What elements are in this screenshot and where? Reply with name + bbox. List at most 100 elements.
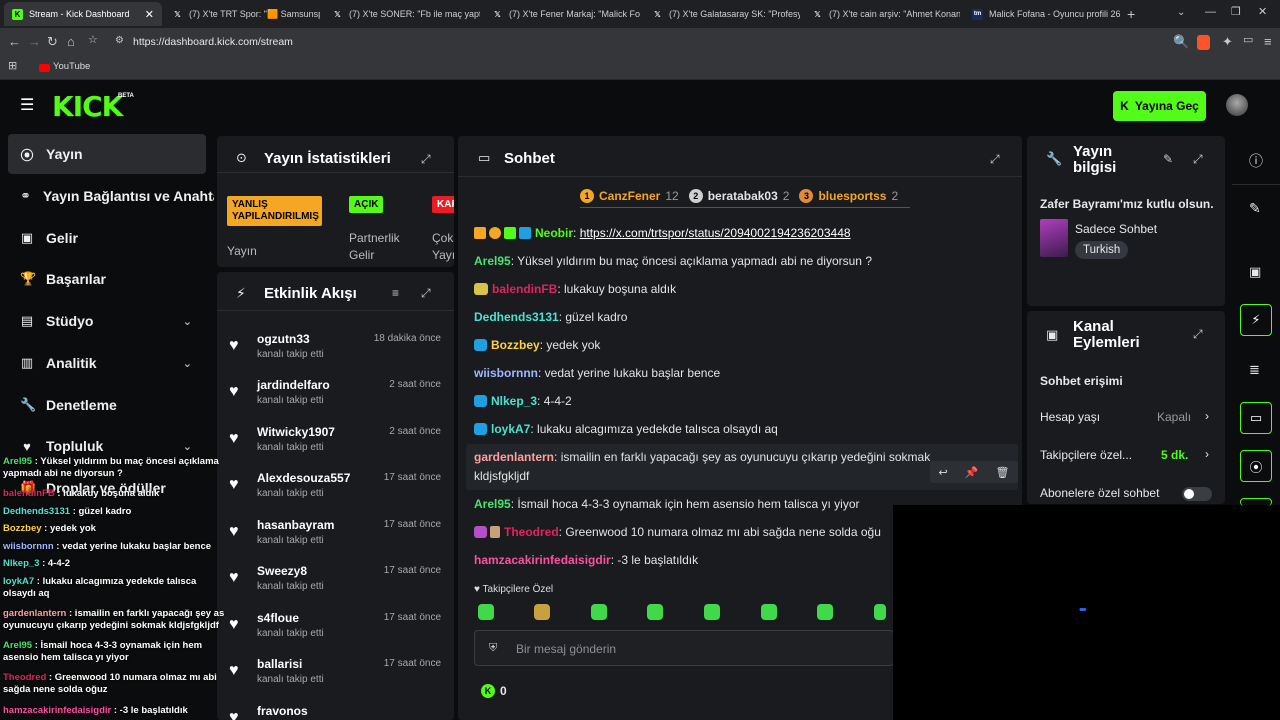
- minimize-icon[interactable]: —: [1205, 7, 1216, 18]
- chat-username[interactable]: Nlkep_3: [491, 394, 537, 408]
- quick-action-chat[interactable]: ▭: [1240, 402, 1272, 434]
- reload-icon[interactable]: ↻: [47, 35, 58, 48]
- emote-button[interactable]: [478, 604, 494, 620]
- expand-icon[interactable]: ⤢: [1193, 327, 1203, 342]
- chat-message[interactable]: Arel95: İsmail hoca 4-3-3 oynamak için h…: [474, 497, 860, 511]
- tab-transfermarkt[interactable]: tm Malick Fofana - Oyuncu profili 26/2: [964, 2, 1120, 26]
- chat-username[interactable]: Neobir: [535, 226, 573, 240]
- emote-button[interactable]: [817, 604, 833, 620]
- sidebar-item-basarilar[interactable]: 🏆 Başarılar: [8, 259, 206, 299]
- chat-username[interactable]: Arel95: [474, 497, 511, 511]
- chat-message[interactable]: Dedhends3131: güzel kadro: [474, 310, 627, 324]
- chat-message[interactable]: Theodred: Greenwood 10 numara olmaz mı a…: [474, 525, 881, 539]
- site-info-icon[interactable]: ⚙: [115, 36, 124, 46]
- list-item[interactable]: ♥ s4floue kanalı takip etti 17 saat önce: [217, 607, 453, 653]
- chat-message[interactable]: hamzacakirinfedaisigdir: -3 le başlatıld…: [474, 553, 698, 567]
- home-icon[interactable]: ⌂: [67, 35, 75, 48]
- extensions-icon[interactable]: ✦: [1222, 35, 1233, 48]
- emote-button[interactable]: [704, 604, 720, 620]
- sidebar-item-gelir[interactable]: ▣ Gelir: [8, 218, 206, 258]
- chat-input[interactable]: ⛨ Bir mesaj gönderin: [474, 630, 894, 666]
- chat-message[interactable]: balendinFB: lukakuy boşuna aldık: [474, 282, 676, 296]
- list-item[interactable]: ♥ jardindelfaro kanalı takip etti 2 saat ön…: [217, 374, 453, 420]
- expand-icon[interactable]: ⤢: [1193, 152, 1203, 167]
- tab-search-chevron-icon[interactable]: ⌄: [1177, 8, 1185, 18]
- new-tab-icon[interactable]: +: [1127, 7, 1135, 21]
- emote-button[interactable]: [761, 604, 777, 620]
- category-thumbnail[interactable]: [1040, 219, 1068, 257]
- kick-logo[interactable]: KICK: [52, 90, 123, 123]
- emote-button[interactable]: [647, 604, 663, 620]
- chat-username[interactable]: balendinFB: [492, 282, 557, 296]
- list-item[interactable]: ♥ hasanbayram kanalı takip etti 17 saat önc…: [217, 514, 453, 560]
- emote-button[interactable]: [591, 604, 607, 620]
- gifter-name[interactable]: bluesportss: [818, 189, 886, 203]
- emote-button[interactable]: [874, 604, 886, 620]
- hamburger-menu-icon[interactable]: ☰: [20, 98, 34, 114]
- brave-shield-icon[interactable]: [1197, 35, 1210, 50]
- url-text[interactable]: https://dashboard.kick.com/stream: [133, 36, 293, 48]
- tab-kick-dashboard[interactable]: K Stream - Kick Dashboard ✕: [4, 2, 162, 26]
- menu-icon[interactable]: ≡: [1264, 35, 1272, 48]
- subscribers-only-toggle[interactable]: [1182, 487, 1212, 501]
- tab-x-fener-markaj[interactable]: 𝕏 (7) X'te Fener Markaj: "Malick Fofan: [484, 2, 640, 26]
- tab-x-cain-arsiv[interactable]: 𝕏 (7) X'te cain arşiv: "Ahmet Konanç: [804, 2, 960, 26]
- tab-x-galatasaray[interactable]: 𝕏 (7) X'te Galatasaray SK: "Profesyone: [644, 2, 800, 26]
- chat-message[interactable]: loykA7: lukaku alcagımıza yedekde talısc…: [474, 422, 778, 436]
- chat-username[interactable]: loykA7: [491, 422, 530, 436]
- pin-icon[interactable]: 📌: [965, 466, 979, 479]
- sidebar-toggle-icon[interactable]: ▭: [1243, 35, 1253, 46]
- tab-x-soner[interactable]: 𝕏 (7) X'te SONER: "Fb ile maç yaptıkta: [324, 2, 480, 26]
- edit-icon[interactable]: ✎: [1163, 152, 1173, 166]
- points-icon[interactable]: K: [481, 684, 495, 698]
- setting-row-followers-only[interactable]: Takipçilere özel... 5 dk. ›: [1027, 445, 1225, 467]
- close-window-icon[interactable]: ✕: [1258, 7, 1267, 18]
- apps-grid-icon[interactable]: ⊞: [8, 61, 17, 72]
- filter-icon[interactable]: ≡: [392, 286, 399, 300]
- expand-icon[interactable]: ⤢: [421, 152, 431, 167]
- chat-username[interactable]: hamzacakirinfedaisigdir: [474, 553, 611, 567]
- delete-icon[interactable]: 🗑: [996, 466, 1010, 479]
- quick-action-lightning[interactable]: ⚡: [1240, 304, 1272, 336]
- gifter-name[interactable]: CanzFener: [599, 189, 660, 203]
- bookmark-icon[interactable]: ☆: [88, 35, 98, 46]
- edit-icon[interactable]: ✎: [1249, 200, 1261, 217]
- sidebar-item-stream-key[interactable]: ⚭ Yayın Bağlantısı ve Anahtar: [8, 176, 214, 216]
- sidebar-item-denetleme[interactable]: 🔧 Denetleme: [8, 385, 206, 425]
- chat-message[interactable]: Arel95: Yüksel yıldırım bu maç öncesi aç…: [474, 254, 872, 268]
- list-item[interactable]: ♥ Alexdesouza557 kanalı takip etti 17 saat …: [217, 467, 453, 513]
- screen-icon[interactable]: ▣: [1249, 264, 1261, 280]
- zoom-icon[interactable]: 🔍: [1173, 35, 1189, 48]
- forward-icon[interactable]: →: [28, 35, 41, 48]
- close-tab-icon[interactable]: ✕: [145, 8, 154, 21]
- chat-message[interactable]: Bozzbey: yedek yok: [474, 338, 600, 352]
- back-icon[interactable]: ←: [8, 35, 21, 48]
- quick-action-more[interactable]: [1240, 498, 1272, 506]
- quick-action-play[interactable]: ⦿: [1240, 450, 1272, 482]
- go-live-button[interactable]: K Yayına Geç: [1113, 91, 1206, 121]
- avatar[interactable]: [1226, 94, 1248, 116]
- info-icon[interactable]: ⓘ: [1249, 151, 1263, 171]
- maximize-icon[interactable]: ❐: [1231, 7, 1241, 18]
- chat-username[interactable]: gardenlantern: [474, 450, 554, 464]
- video-preview[interactable]: •••: [893, 505, 1280, 720]
- chat-username[interactable]: Bozzbey: [491, 338, 540, 352]
- chat-username[interactable]: Arel95: [474, 254, 511, 268]
- emote-button[interactable]: [534, 604, 550, 620]
- expand-icon[interactable]: ⤢: [421, 286, 431, 301]
- chat-message[interactable]: Neobir: https://x.com/trtspor/status/209…: [474, 226, 851, 240]
- list-item[interactable]: ♥ ogzutn33 kanalı takip etti 18 dakika önce: [217, 328, 453, 374]
- chat-message[interactable]: Nlkep_3: 4-4-2: [474, 394, 572, 408]
- expand-icon[interactable]: ⤢: [990, 152, 1000, 167]
- tab-x-trtspor[interactable]: 𝕏 (7) X'te TRT Spor: "🟧 Samsunspor a: [164, 2, 320, 26]
- chat-message[interactable]: gardenlantern: ismailin en farklı yapaca…: [474, 450, 930, 464]
- gifter-name[interactable]: beratabak03: [708, 189, 778, 203]
- sidebar-item-studyo[interactable]: ▤ Stüdyo ⌄: [8, 301, 206, 341]
- reply-icon[interactable]: ↩: [939, 466, 948, 479]
- sidebar-item-yayin[interactable]: ⦿ Yayın: [8, 134, 206, 174]
- list-item[interactable]: ♥ ballarisi kanalı takip etti 17 saat önce: [217, 653, 453, 699]
- chat-username[interactable]: wiisbornnn: [474, 366, 538, 380]
- sidebar-item-analitik[interactable]: ▥ Analitik ⌄: [8, 343, 206, 383]
- list-item[interactable]: ♥ fravonos: [217, 700, 453, 720]
- chat-message[interactable]: wiisbornnn: vedat yerine lukaku başlar b…: [474, 366, 720, 380]
